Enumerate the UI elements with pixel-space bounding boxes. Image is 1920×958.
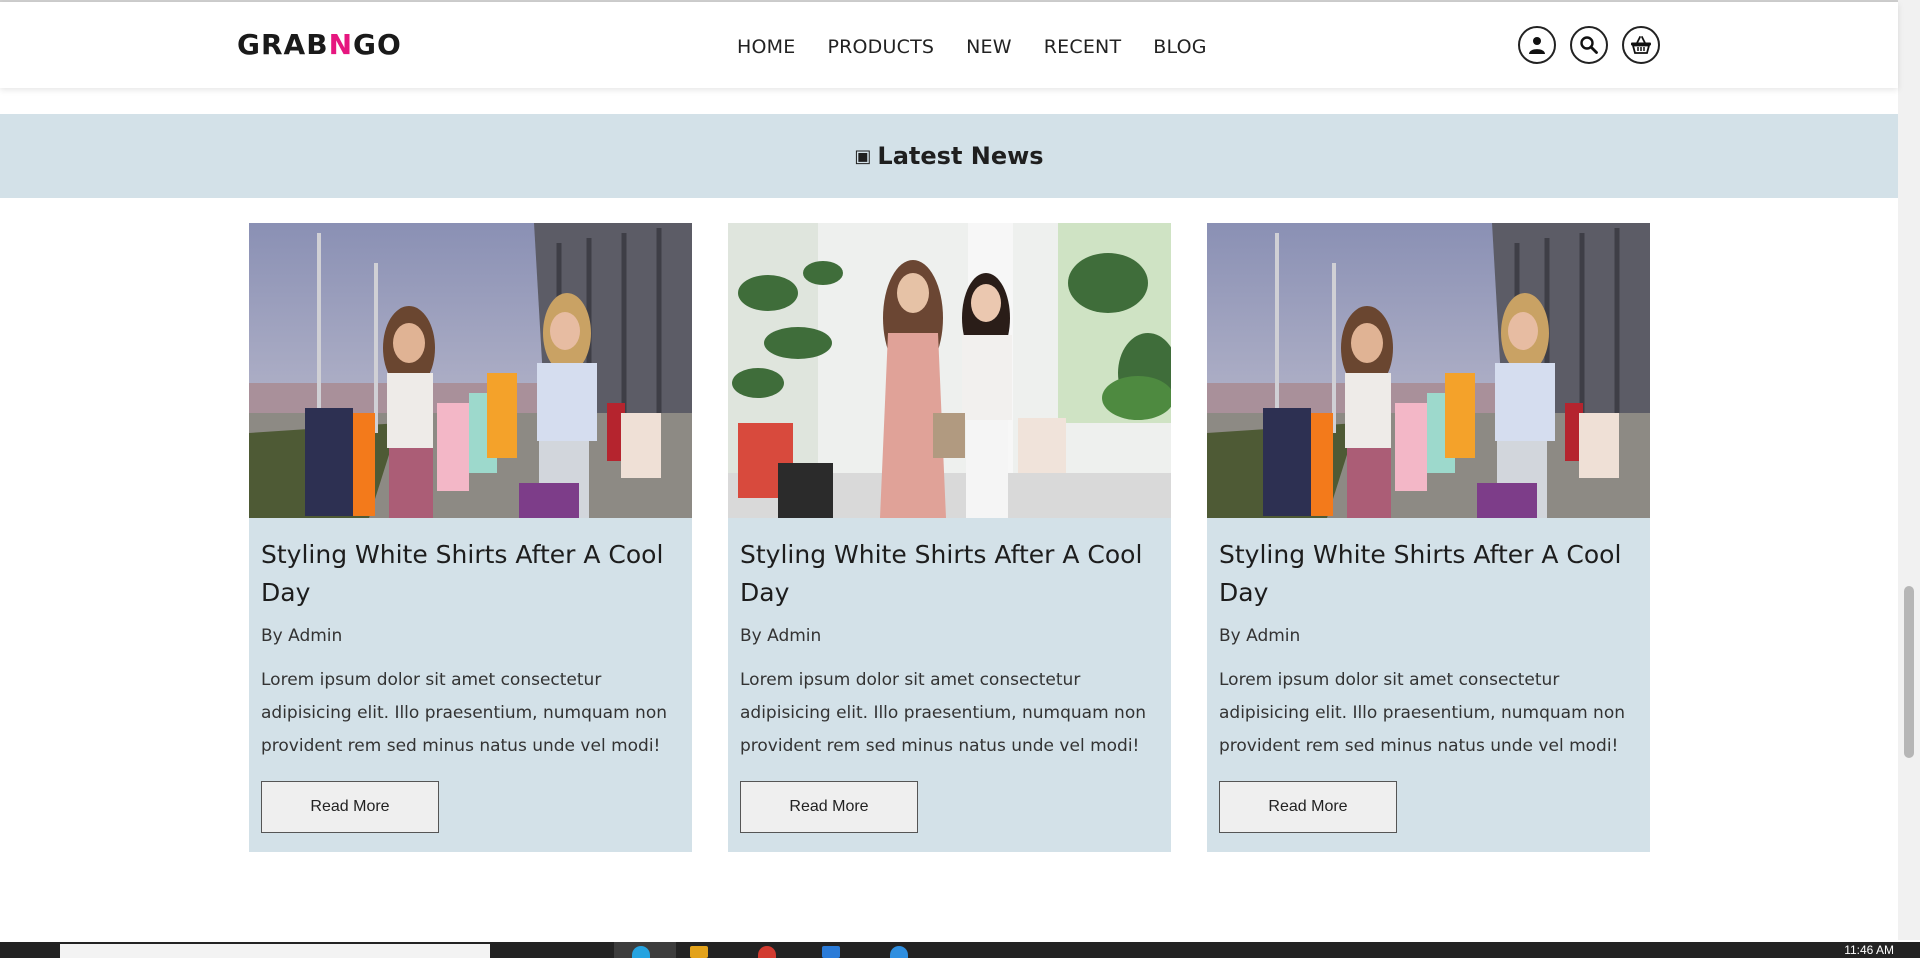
news-card-title[interactable]: Styling White Shirts After A Cool Day: [740, 536, 1159, 612]
logo-text-grab: GRAB: [237, 28, 329, 61]
logo-text-accent: N: [328, 28, 353, 61]
vscode-app-icon[interactable]: [890, 946, 908, 958]
news-card: Styling White Shirts After A Cool Day By…: [249, 223, 692, 852]
latest-news-title: Latest News: [877, 142, 1044, 170]
news-card-body: Styling White Shirts After A Cool Day By…: [728, 518, 1171, 833]
scrollbar-thumb[interactable]: [1904, 586, 1914, 758]
news-card-body: Styling White Shirts After A Cool Day By…: [249, 518, 692, 833]
news-card-image-street-shoppers[interactable]: [1207, 223, 1650, 518]
taskbar-search-box[interactable]: [60, 944, 490, 958]
news-card-image-mall-shoppers[interactable]: [728, 223, 1171, 518]
nav-link-home[interactable]: HOME: [737, 36, 795, 58]
latest-news-heading: ▣ Latest News: [0, 114, 1898, 198]
news-card-list: Styling White Shirts After A Cool Day By…: [249, 223, 1650, 852]
logo-text-go: GO: [353, 28, 402, 61]
news-card-excerpt: Lorem ipsum dolor sit amet consectetur a…: [261, 670, 667, 756]
latest-news-band: ▣ Latest News: [0, 114, 1898, 198]
news-card-title[interactable]: Styling White Shirts After A Cool Day: [1219, 536, 1638, 612]
user-icon: [1529, 37, 1545, 54]
square-bullet-icon: ▣: [854, 145, 872, 167]
news-card-author: By Admin: [261, 626, 343, 646]
account-button[interactable]: [1518, 26, 1556, 64]
top-navbar: GRABNGO HOME PRODUCTS NEW RECENT BLOG: [0, 2, 1898, 88]
browser-app-icon[interactable]: [632, 946, 650, 958]
basket-icon: [1631, 36, 1651, 54]
taskbar-clock[interactable]: 11:46 AM: [1844, 943, 1894, 957]
read-more-button[interactable]: Read More: [261, 781, 439, 833]
news-card-excerpt: Lorem ipsum dolor sit amet consectetur a…: [1219, 670, 1625, 756]
nav-icon-group: [1518, 26, 1660, 64]
news-card: Styling White Shirts After A Cool Day By…: [1207, 223, 1650, 852]
nav-link-recent[interactable]: RECENT: [1044, 36, 1122, 58]
nav-link-new[interactable]: NEW: [966, 36, 1012, 58]
folder-app-icon[interactable]: [690, 946, 708, 958]
nav-link-blog[interactable]: BLOG: [1153, 36, 1206, 58]
search-icon: [1580, 36, 1598, 54]
news-card-author: By Admin: [1219, 626, 1301, 646]
store-app-icon[interactable]: [822, 946, 840, 958]
cart-button[interactable]: [1622, 26, 1660, 64]
page-scrollbar[interactable]: [1898, 0, 1920, 940]
read-more-button[interactable]: Read More: [1219, 781, 1397, 833]
brand-logo[interactable]: GRABNGO: [237, 28, 402, 61]
read-more-button[interactable]: Read More: [740, 781, 918, 833]
news-card-excerpt: Lorem ipsum dolor sit amet consectetur a…: [740, 670, 1146, 756]
news-card-author: By Admin: [740, 626, 822, 646]
news-card: Styling White Shirts After A Cool Day By…: [728, 223, 1171, 852]
chrome-app-icon[interactable]: [758, 946, 776, 958]
news-card-body: Styling White Shirts After A Cool Day By…: [1207, 518, 1650, 833]
os-taskbar: 11:46 AM: [0, 942, 1920, 958]
nav-link-products[interactable]: PRODUCTS: [827, 36, 934, 58]
search-button[interactable]: [1570, 26, 1608, 64]
news-card-image-street-shoppers[interactable]: [249, 223, 692, 518]
main-nav: HOME PRODUCTS NEW RECENT BLOG: [737, 36, 1207, 58]
news-card-title[interactable]: Styling White Shirts After A Cool Day: [261, 536, 680, 612]
